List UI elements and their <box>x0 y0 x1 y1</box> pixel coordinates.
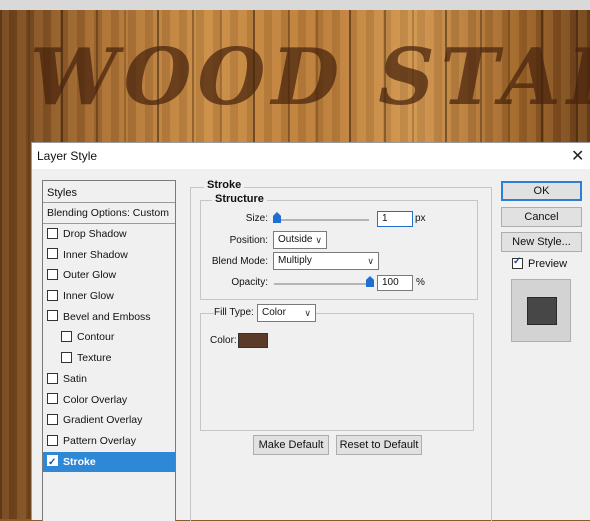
preview-label: Preview <box>528 258 568 270</box>
size-label: Size: <box>245 213 268 224</box>
effect-pattern-overlay[interactable]: Pattern Overlay <box>43 431 175 452</box>
inner-shadow-checkbox[interactable] <box>47 248 58 260</box>
size-slider-track[interactable] <box>274 219 369 221</box>
blending-options-item[interactable]: Blending Options: Custom <box>43 203 175 224</box>
effect-texture[interactable]: Texture <box>43 348 175 369</box>
dialog-title: Layer Style <box>37 149 98 163</box>
styles-header[interactable]: Styles <box>43 181 175 203</box>
stroke-checkbox[interactable] <box>47 453 58 474</box>
effect-color-overlay[interactable]: Color Overlay <box>43 390 175 411</box>
size-unit: px <box>415 213 426 224</box>
effect-stroke[interactable]: Stroke <box>43 451 175 474</box>
preview-checkbox-row[interactable]: Preview <box>512 256 568 270</box>
reset-default-button[interactable]: Reset to Default <box>336 435 422 455</box>
preview-checkbox[interactable] <box>512 256 523 269</box>
size-input[interactable]: 1 <box>377 211 413 227</box>
blend-mode-label: Blend Mode: <box>211 256 268 267</box>
effect-contour[interactable]: Contour <box>43 327 175 348</box>
contour-checkbox[interactable] <box>61 331 72 343</box>
position-label: Position: <box>229 235 268 246</box>
bevel-emboss-checkbox[interactable] <box>47 310 58 322</box>
opacity-label: Opacity: <box>231 277 268 288</box>
style-preview-thumbnail <box>511 279 571 342</box>
effect-outer-glow[interactable]: Outer Glow <box>43 265 175 286</box>
preview-swatch <box>527 297 557 325</box>
ok-button[interactable]: OK <box>501 181 582 201</box>
blend-mode-select[interactable]: Multiply ∨ <box>273 252 379 270</box>
chevron-down-icon: ∨ <box>304 308 311 318</box>
fill-type-label: Fill Type: <box>214 307 257 318</box>
pattern-overlay-checkbox[interactable] <box>47 434 58 446</box>
canvas-top-strip <box>0 0 590 10</box>
cancel-button[interactable]: Cancel <box>501 207 582 227</box>
color-label: Color: <box>210 335 237 346</box>
effect-drop-shadow[interactable]: Drop Shadow <box>43 224 175 245</box>
stroke-color-swatch[interactable] <box>238 333 268 348</box>
canvas-artwork-text: WOOD STAIN <box>30 32 590 123</box>
inner-glow-checkbox[interactable] <box>47 289 58 301</box>
fill-type-select[interactable]: Color ∨ <box>257 304 316 322</box>
layer-style-dialog: Layer Style ✕ Styles Blending Options: C… <box>31 142 590 521</box>
position-select[interactable]: Outside ∨ <box>273 231 327 249</box>
texture-checkbox[interactable] <box>61 351 72 363</box>
effect-inner-shadow[interactable]: Inner Shadow <box>43 245 175 266</box>
opacity-slider-track[interactable] <box>274 283 369 285</box>
stroke-group-title: Stroke <box>204 179 245 191</box>
styles-list: Styles Blending Options: Custom Drop Sha… <box>42 180 176 521</box>
make-default-button[interactable]: Make Default <box>253 435 329 455</box>
chevron-down-icon: ∨ <box>367 256 374 266</box>
effect-bevel-emboss[interactable]: Bevel and Emboss <box>43 307 175 328</box>
effect-gradient-overlay[interactable]: Gradient Overlay <box>43 410 175 431</box>
close-icon[interactable]: ✕ <box>571 146 584 166</box>
outer-glow-checkbox[interactable] <box>47 269 58 281</box>
dialog-titlebar: Layer Style ✕ <box>32 143 590 169</box>
effect-inner-glow[interactable]: Inner Glow <box>43 286 175 307</box>
structure-group-title: Structure <box>212 193 267 205</box>
opacity-input[interactable]: 100 <box>377 275 413 291</box>
new-style-button[interactable]: New Style... <box>501 232 582 252</box>
gradient-overlay-checkbox[interactable] <box>47 413 58 425</box>
fill-type-group <box>200 313 474 431</box>
color-overlay-checkbox[interactable] <box>47 393 58 405</box>
drop-shadow-checkbox[interactable] <box>47 227 58 239</box>
opacity-unit: % <box>416 277 425 288</box>
satin-checkbox[interactable] <box>47 372 58 384</box>
effect-satin[interactable]: Satin <box>43 369 175 390</box>
chevron-down-icon: ∨ <box>315 235 322 245</box>
